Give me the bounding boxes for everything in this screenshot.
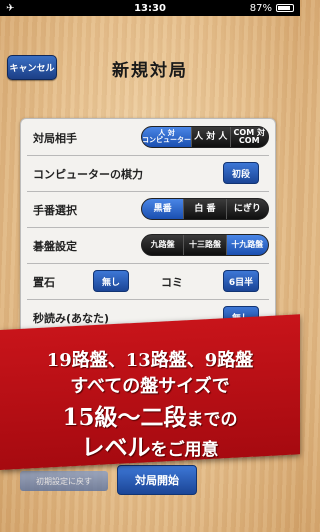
- banner-line-3-emphasis: 15級〜二段: [62, 404, 187, 431]
- komi-button[interactable]: 6目半: [223, 270, 259, 292]
- board-label: 碁盤設定: [33, 240, 77, 253]
- banner-line-4: レベルをご用意: [0, 428, 300, 462]
- banner-line-4-suffix: をご用意: [150, 440, 219, 460]
- opponent-selector[interactable]: 人 対 コンピューター 人 対 人 COM 対 COM: [141, 126, 269, 148]
- order-label: 手番選択: [33, 204, 77, 217]
- strength-label: コンピューターの棋力: [33, 168, 143, 181]
- banner-line-3-suffix: までの: [186, 410, 238, 430]
- komi-label: コミ: [161, 276, 183, 289]
- page-title: 新規対局: [112, 61, 188, 81]
- board-option-9[interactable]: 九路盤: [142, 235, 185, 255]
- banner-line-2: すべての盤サイズで: [70, 376, 230, 397]
- settings-panel: 対局相手 人 対 コンピューター 人 対 人 COM 対 COM コンピューター…: [20, 118, 276, 348]
- divider: [27, 263, 269, 264]
- board-selector[interactable]: 九路盤 十三路盤 十九路盤: [141, 234, 269, 256]
- board-option-19[interactable]: 十九路盤: [226, 235, 268, 255]
- byoyomi-label: 秒読み(あなた): [33, 312, 110, 325]
- battery-icon: [276, 4, 294, 12]
- order-option-black[interactable]: 黒番: [142, 199, 185, 219]
- battery-percent: 87%: [249, 2, 272, 14]
- status-bar: ✈ 13:30 87%: [0, 0, 300, 16]
- divider: [27, 191, 269, 192]
- handicap-komi-row: 置石 無し コミ 6目半: [21, 267, 275, 295]
- handicap-label: 置石: [33, 276, 55, 289]
- order-row: 手番選択 黒番 白 番 にぎり: [21, 195, 275, 223]
- opponent-option-computer[interactable]: 人 対 コンピューター: [142, 127, 192, 147]
- airplane-mode-icon: ✈: [6, 2, 15, 14]
- strength-button[interactable]: 初段: [223, 162, 259, 184]
- divider: [27, 227, 269, 228]
- reset-defaults-button[interactable]: 初期設定に戻す: [20, 471, 108, 491]
- board-row: 碁盤設定 九路盤 十三路盤 十九路盤: [21, 231, 275, 259]
- handicap-button[interactable]: 無し: [93, 270, 129, 292]
- promo-banner-text: 19路盤、13路盤、9路盤 すべての盤サイズで 15級〜二段までの レベルをご用…: [0, 336, 300, 466]
- order-option-white[interactable]: 白 番: [184, 199, 227, 219]
- banner-line-4-emphasis: レベル: [81, 434, 151, 461]
- start-game-button[interactable]: 対局開始: [117, 465, 197, 495]
- strength-row: コンピューターの棋力 初段: [21, 159, 275, 187]
- battery-indicator: 87%: [250, 3, 294, 14]
- opponent-label: 対局相手: [33, 132, 77, 145]
- divider: [27, 299, 269, 300]
- opponent-row: 対局相手 人 対 コンピューター 人 対 人 COM 対 COM: [21, 123, 275, 151]
- divider: [27, 155, 269, 156]
- board-option-13[interactable]: 十三路盤: [184, 235, 227, 255]
- banner-line-3: 15級〜二段までの: [0, 398, 300, 432]
- order-selector[interactable]: 黒番 白 番 にぎり: [141, 198, 269, 220]
- opponent-option-com-com[interactable]: COM 対 COM: [230, 127, 268, 147]
- order-option-nigiri[interactable]: にぎり: [226, 199, 268, 219]
- opponent-option-human[interactable]: 人 対 人: [192, 127, 231, 147]
- banner-line-1: 19路盤、13路盤、9路盤: [46, 350, 254, 371]
